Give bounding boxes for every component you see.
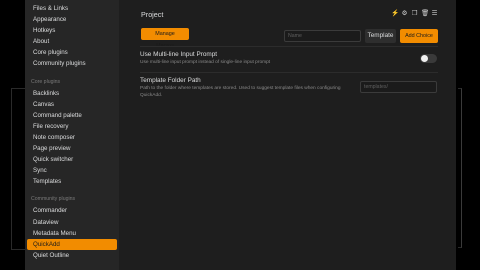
backdrop-window-edge-left (11, 88, 25, 250)
options-group: Files & Links Appearance Hotkeys About C… (25, 3, 119, 70)
sidebar-item-file-recovery[interactable]: File recovery (27, 121, 117, 132)
core-plugins-group: Backlinks Canvas Command palette File re… (25, 88, 119, 188)
sidebar-item-command-palette[interactable]: Command palette (27, 110, 117, 121)
sidebar-item-sync[interactable]: Sync (27, 165, 117, 176)
sidebar-item-dataview[interactable]: Dataview (27, 217, 117, 228)
settings-sidebar: Files & Links Appearance Hotkeys About C… (25, 0, 119, 270)
sidebar-item-files-links[interactable]: Files & Links (27, 3, 117, 14)
choice-name-input[interactable] (284, 30, 361, 42)
settings-content: Project ⚡ ⚙ ❐ 🗑 ☰ Manage Macros Template… (119, 0, 456, 270)
sidebar-item-quiet-outline[interactable]: Quiet Outline (27, 250, 117, 261)
choice-title: Project (141, 9, 164, 19)
multiline-toggle[interactable] (420, 54, 437, 63)
multiline-setting-title: Use Multi-line Input Prompt (140, 51, 218, 58)
choice-type-select[interactable]: Template (365, 29, 396, 43)
sidebar-item-core-plugins[interactable]: Core plugins (27, 47, 117, 58)
sidebar-item-community-plugins[interactable]: Community plugins (27, 58, 117, 69)
manage-macros-button[interactable]: Manage Macros (141, 28, 189, 49)
settings-divider (140, 72, 438, 73)
sidebar-item-appearance[interactable]: Appearance (27, 14, 117, 25)
backdrop-window-edge-right (458, 88, 462, 248)
sidebar-item-note-composer[interactable]: Note composer (27, 132, 117, 143)
bolt-icon[interactable]: ⚡ (391, 10, 399, 18)
template-folder-title: Template Folder Path (140, 77, 201, 84)
sidebar-item-quickadd[interactable]: QuickAdd (27, 238, 117, 250)
sidebar-item-metadata-menu[interactable]: Metadata Menu (27, 228, 117, 239)
sidebar-item-backlinks[interactable]: Backlinks (27, 88, 117, 99)
settings-divider (140, 46, 438, 47)
template-folder-input[interactable] (360, 81, 437, 93)
choice-controls-row: Manage Macros Template Add Choice (141, 26, 456, 49)
template-folder-desc-line1: Path to the folder where templates are s… (140, 86, 341, 91)
choice-actions: ⚡ ⚙ ❐ 🗑 ☰ (391, 10, 438, 18)
settings-modal: Files & Links Appearance Hotkeys About C… (25, 0, 456, 270)
toggle-knob (421, 55, 428, 62)
trash-icon[interactable]: 🗑 (421, 10, 429, 18)
template-folder-desc-line2: QuickAdd. (140, 92, 163, 98)
add-choice-button[interactable]: Add Choice (400, 29, 438, 43)
sidebar-item-templates[interactable]: Templates (27, 176, 117, 187)
community-plugins-group: Commander Dataview Metadata Menu QuickAd… (25, 205, 119, 260)
sidebar-item-quick-switcher[interactable]: Quick switcher (27, 154, 117, 165)
gear-icon[interactable]: ⚙ (401, 10, 408, 18)
sidebar-item-page-preview[interactable]: Page preview (27, 143, 117, 154)
menu-icon[interactable]: ☰ (431, 10, 438, 18)
multiline-setting-desc: Use multi-line input prompt instead of s… (140, 60, 271, 65)
sidebar-item-commander[interactable]: Commander (27, 205, 117, 216)
sidebar-heading-community-plugins: Community plugins (31, 196, 76, 203)
sidebar-item-hotkeys[interactable]: Hotkeys (27, 25, 117, 36)
sidebar-heading-core-plugins: Core plugins (31, 78, 61, 85)
copy-icon[interactable]: ❐ (411, 10, 418, 18)
sidebar-item-canvas[interactable]: Canvas (27, 99, 117, 110)
sidebar-item-about[interactable]: About (27, 36, 117, 47)
